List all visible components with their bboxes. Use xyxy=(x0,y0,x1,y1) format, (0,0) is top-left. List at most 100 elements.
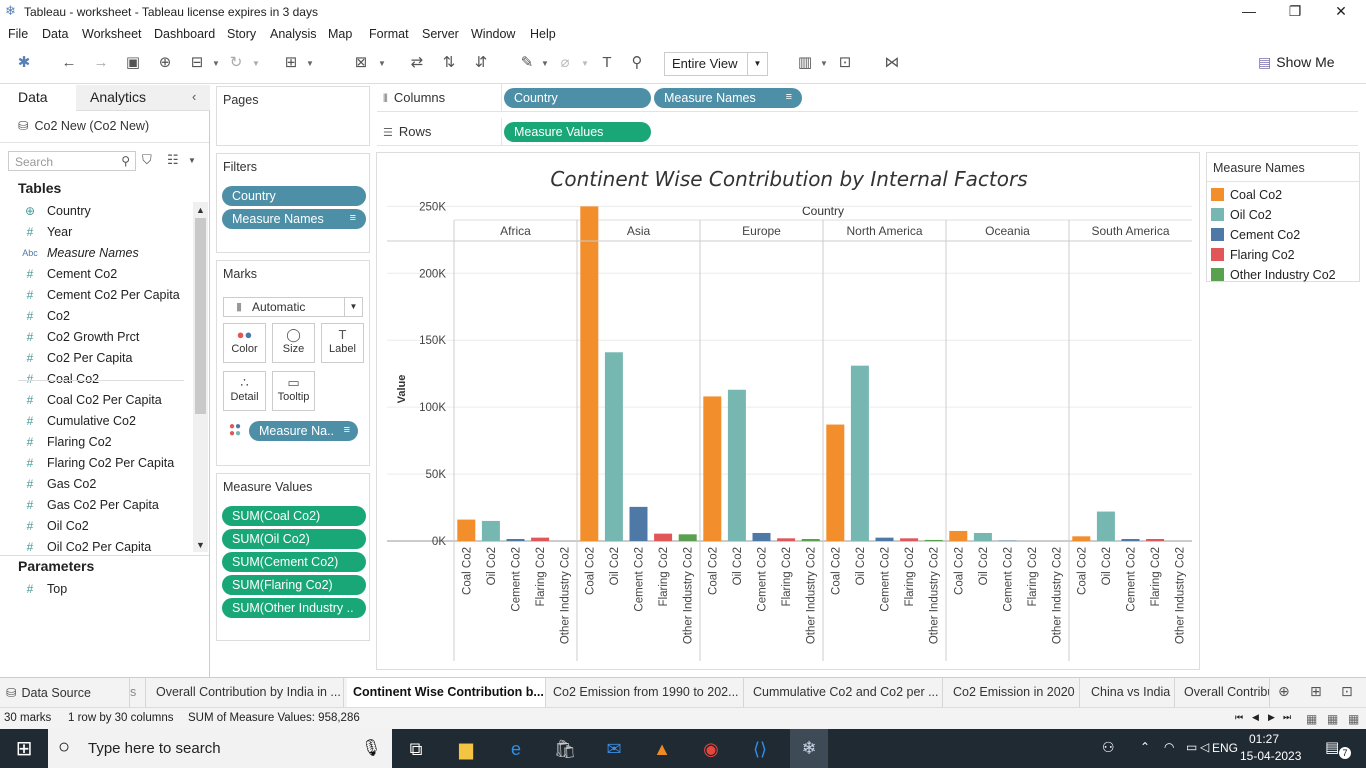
datasource[interactable]: ⛁ Co2 New (Co2 New) xyxy=(18,118,149,133)
menu-file[interactable]: File xyxy=(8,27,28,41)
filmstrip-icon[interactable]: ▦ xyxy=(1327,712,1338,726)
save-icon[interactable]: ▣ xyxy=(122,52,144,74)
collapse-pane-icon[interactable]: ‹ xyxy=(192,89,196,104)
task-view-icon[interactable]: ⧉ xyxy=(402,735,430,763)
measure-pill[interactable]: SUM(Coal Co2) xyxy=(222,506,366,526)
scrollbar-thumb[interactable] xyxy=(195,218,206,414)
language-indicator[interactable]: ENG xyxy=(1212,741,1238,755)
sheet-sorter-icon[interactable]: ▦ xyxy=(1348,712,1359,726)
chevron-down-icon[interactable]: ▼ xyxy=(820,59,828,68)
sheet-tab[interactable]: Cummulative Co2 and Co2 per ... xyxy=(747,678,943,707)
chevron-down-icon[interactable]: ▼ xyxy=(212,59,220,68)
clock-date[interactable]: 15-04-2023 xyxy=(1240,749,1301,763)
chevron-down-icon[interactable]: ▼ xyxy=(378,59,386,68)
show-me-button[interactable]: ▤ Show Me xyxy=(1258,54,1335,71)
presentation-mode-icon[interactable]: ⊡ xyxy=(834,52,856,74)
sheet-tab[interactable]: Overall Contribution by India in ... xyxy=(150,678,344,707)
marks-color-button[interactable]: ●● Color xyxy=(223,323,266,363)
field-measure-names[interactable]: Abc Measure Names xyxy=(0,243,190,264)
file-explorer-icon[interactable]: ▆ xyxy=(452,735,480,763)
chevron-down-icon[interactable]: ▼ xyxy=(581,59,589,68)
field-gas-co2[interactable]: # Gas Co2 xyxy=(0,474,190,495)
clear-sheet-icon[interactable]: ⊠ xyxy=(350,52,372,74)
menu-dashboard[interactable]: Dashboard xyxy=(154,27,215,41)
sort-ascending-icon[interactable]: ⇅ xyxy=(438,52,460,74)
measure-pill[interactable]: SUM(Other Industry .. xyxy=(222,598,366,618)
rows-pill-measure-values[interactable]: Measure Values xyxy=(504,122,651,142)
menu-server[interactable]: Server xyxy=(422,27,459,41)
menu-worksheet[interactable]: Worksheet xyxy=(82,27,142,41)
vlc-icon[interactable]: ▲ xyxy=(648,735,676,763)
filter-pill-measure-names[interactable]: Measure Names ≡ xyxy=(222,209,366,229)
sheet-tab[interactable]: Co2 Emission from 1990 to 202... xyxy=(547,678,744,707)
chevron-down-icon[interactable]: ▼ xyxy=(306,59,314,68)
field-country[interactable]: ⊕ Country xyxy=(0,201,190,222)
wifi-icon[interactable]: ◠ xyxy=(1164,740,1174,754)
field-flaring-co2-per-capita[interactable]: # Flaring Co2 Per Capita xyxy=(0,453,190,474)
view-options-icon[interactable]: ☷ xyxy=(167,152,179,168)
columns-pill-country[interactable]: Country xyxy=(504,88,651,108)
show-cards-icon[interactable]: ▥ xyxy=(794,52,816,74)
tab-analytics[interactable]: Analytics xyxy=(90,89,146,105)
new-story-icon[interactable]: ⊡ xyxy=(1341,683,1353,700)
field-cement-co2-per-capita[interactable]: # Cement Co2 Per Capita xyxy=(0,285,190,306)
prev-sheet-icon[interactable]: ◀ xyxy=(1252,712,1259,723)
refresh-icon[interactable]: ↻ xyxy=(225,52,247,74)
pause-updates-icon[interactable]: ⊟ xyxy=(186,52,208,74)
menu-map[interactable]: Map xyxy=(328,27,352,41)
measure-pill[interactable]: SUM(Oil Co2) xyxy=(222,529,366,549)
restore-button[interactable]: ❐ xyxy=(1272,0,1318,24)
store-icon[interactable]: 🛍 xyxy=(551,735,579,763)
field-gas-co2-per-capita[interactable]: # Gas Co2 Per Capita xyxy=(0,495,190,516)
people-icon[interactable]: ⚇ xyxy=(1102,739,1115,756)
vscode-icon[interactable]: ⟨⟩ xyxy=(746,735,774,763)
field-flaring-co2[interactable]: # Flaring Co2 xyxy=(0,432,190,453)
field-top[interactable]: # Top xyxy=(0,579,190,600)
menu-data[interactable]: Data xyxy=(42,27,68,41)
scroll-down-icon[interactable]: ▼ xyxy=(196,540,205,550)
field-oil-co2[interactable]: # Oil Co2 xyxy=(0,516,190,537)
notifications-icon[interactable]: ▤ xyxy=(1325,738,1339,756)
edge-icon[interactable]: e xyxy=(502,735,530,763)
marks-size-button[interactable]: ◯ Size xyxy=(272,323,315,363)
microphone-icon[interactable]: 🎙 xyxy=(361,738,381,758)
marks-label-button[interactable]: T Label xyxy=(321,323,364,363)
close-button[interactable]: ✕ xyxy=(1318,0,1364,24)
data-source-tab[interactable]: ⛁ Data Source xyxy=(0,678,130,707)
sheet-tab[interactable]: China vs India xyxy=(1085,678,1175,707)
first-sheet-icon[interactable]: ⏮ xyxy=(1235,712,1243,723)
tableau-home-icon[interactable]: ✱ xyxy=(13,52,35,74)
chevron-down-icon[interactable]: ▼ xyxy=(541,59,549,68)
sheet-tab[interactable]: s xyxy=(124,678,146,707)
filter-pill-country[interactable]: Country xyxy=(222,186,366,206)
show-labels-icon[interactable]: T xyxy=(596,52,618,74)
scroll-up-icon[interactable]: ▲ xyxy=(196,205,205,215)
sheet-tab[interactable]: Overall Contribu xyxy=(1178,678,1270,707)
chevron-down-icon[interactable]: ▼ xyxy=(252,59,260,68)
measure-pill[interactable]: SUM(Cement Co2) xyxy=(222,552,366,572)
sheet-tab[interactable]: Co2 Emission in 2020 xyxy=(947,678,1080,707)
marks-detail-button[interactable]: ∴ Detail xyxy=(223,371,266,411)
sort-descending-icon[interactable]: ⇵ xyxy=(470,52,492,74)
field-cumulative-co2[interactable]: # Cumulative Co2 xyxy=(0,411,190,432)
chevron-down-icon[interactable]: ▼ xyxy=(188,156,196,165)
menu-analysis[interactable]: Analysis xyxy=(270,27,317,41)
fit-dropdown[interactable]: Entire View ▼ xyxy=(664,52,768,76)
mail-icon[interactable]: ✉ xyxy=(600,735,628,763)
redo-icon[interactable]: → xyxy=(90,52,112,74)
tableau-taskbar-icon[interactable]: ❄ xyxy=(790,729,828,768)
field-cement-co2[interactable]: # Cement Co2 xyxy=(0,264,190,285)
new-worksheet-icon[interactable]: ⊕ xyxy=(1278,683,1290,700)
fix-axes-icon[interactable]: ⚲ xyxy=(626,52,648,74)
filter-icon[interactable]: ⛉ xyxy=(142,152,152,168)
tray-chevron-icon[interactable]: ⌃ xyxy=(1140,740,1150,754)
taskbar-search-input[interactable]: ○ Type here to search 🎙 xyxy=(48,729,392,768)
field-coal-co2-per-capita[interactable]: # Coal Co2 Per Capita xyxy=(0,390,190,411)
chrome-icon[interactable]: ◉ xyxy=(697,735,725,763)
tab-data[interactable]: Data xyxy=(0,85,76,111)
field-year[interactable]: # Year xyxy=(0,222,190,243)
volume-icon[interactable]: ◁ xyxy=(1200,740,1209,754)
menu-format[interactable]: Format xyxy=(369,27,409,41)
measure-pill[interactable]: SUM(Flaring Co2) xyxy=(222,575,366,595)
columns-pill-measure-names[interactable]: Measure Names ≡ xyxy=(654,88,802,108)
